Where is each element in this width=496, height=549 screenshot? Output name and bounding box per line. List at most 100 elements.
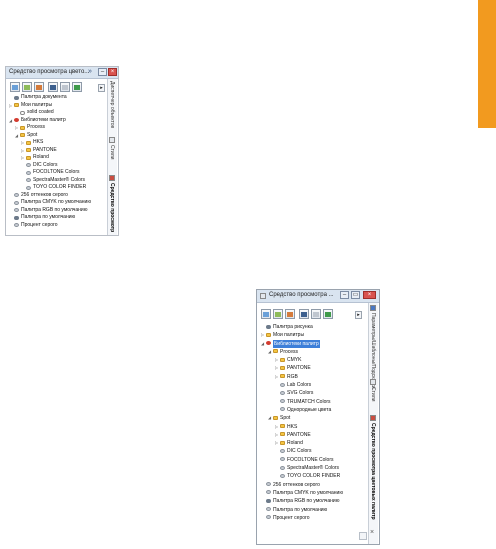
tree-item[interactable]: Палитра документа — [8, 94, 104, 102]
tree-item[interactable]: ▷ HKS — [260, 423, 364, 431]
tab-hints[interactable]: Параметры/Шаблоны/Подсказки — [370, 313, 376, 389]
collapsed-arrow-icon[interactable]: ▷ — [274, 364, 279, 372]
docker-titlebar[interactable]: Средство просмотра ... – ▭ × — [257, 290, 379, 303]
expanded-arrow-icon[interactable]: ◢ — [267, 348, 272, 356]
tree-item[interactable]: ▷ Мои палитры — [8, 102, 104, 110]
tree-item-label: FOCOLTONE Colors — [33, 169, 80, 175]
tab-palette-viewer[interactable]: Средство просмотр — [109, 183, 115, 232]
tree-item[interactable]: TOYO COLOR FINDER — [260, 472, 364, 480]
expanded-arrow-icon[interactable]: ◢ — [14, 132, 19, 140]
tree-item[interactable]: ◢ Process — [260, 348, 364, 356]
new-from-selection-button[interactable] — [273, 309, 283, 319]
collapsed-arrow-icon[interactable]: ▷ — [274, 431, 279, 439]
show-palette-button[interactable] — [72, 82, 82, 92]
tree-item[interactable]: Палитра CMYK по умолчанию — [260, 489, 364, 497]
tree-item[interactable]: Палитра RGB по умолчанию — [8, 207, 104, 215]
folder-icon — [20, 133, 25, 137]
tree-item[interactable]: ▷ Process — [8, 124, 104, 132]
collapsed-arrow-icon[interactable]: ▷ — [274, 373, 279, 381]
palette-dark-icon — [14, 95, 19, 100]
minimize-button[interactable]: – — [98, 68, 107, 76]
collapsed-arrow-icon[interactable]: ▷ — [274, 356, 279, 364]
new-from-selection-button[interactable] — [22, 82, 32, 92]
tree-item[interactable]: SVG Colors — [260, 389, 364, 397]
tree-item[interactable]: SpectraMaster® Colors — [8, 177, 104, 185]
tree-item[interactable]: Палитра RGB по умолчанию — [260, 497, 364, 505]
tree-item[interactable]: ▷ PANTONE — [260, 431, 364, 439]
close-button[interactable]: × — [363, 291, 376, 299]
new-palette-button[interactable] — [10, 82, 20, 92]
tree-item[interactable]: ▷ RGB — [260, 373, 364, 381]
expand-arrow-button[interactable]: ▸ — [355, 311, 362, 319]
tree-item[interactable]: 256 оттенков серого — [8, 192, 104, 200]
collapsed-arrow-icon[interactable]: ▷ — [260, 331, 265, 339]
expanded-arrow-icon[interactable]: ◢ — [260, 340, 265, 348]
tree-item[interactable]: FOCOLTONE Colors — [8, 169, 104, 177]
open-palette-button[interactable] — [299, 309, 309, 319]
tab-styles[interactable]: Стили — [370, 387, 376, 401]
open-palette-button[interactable] — [48, 82, 58, 92]
tree-item[interactable]: Процент серого — [260, 514, 364, 522]
show-palette-button[interactable] — [323, 309, 333, 319]
restore-button[interactable]: ▭ — [351, 291, 360, 299]
expanded-arrow-icon[interactable]: ◢ — [8, 117, 13, 125]
tree-item[interactable]: ◢ Spot — [260, 414, 364, 422]
tree-item[interactable]: ◢ Библиотеки палитр — [8, 117, 104, 125]
tree-item-label: Палитра рисунка — [273, 324, 313, 330]
close-icon[interactable]: × — [370, 529, 374, 536]
tree-item[interactable]: 256 оттенков серого — [260, 481, 364, 489]
library-icon — [266, 341, 271, 346]
tree-item[interactable]: ▷ CMYK — [260, 356, 364, 364]
palette-dark-icon — [266, 498, 271, 503]
tree-item-label: Библиотеки палитр — [21, 116, 66, 123]
collapsed-arrow-icon[interactable]: ▷ — [20, 154, 25, 162]
tab-palette-viewer[interactable]: Средство просмотра цветовых палитр — [370, 423, 376, 520]
tree-item[interactable]: ▷ PANTONE — [8, 147, 104, 155]
tab-styles[interactable]: Стили — [109, 145, 115, 159]
expand-arrow-button[interactable]: ▸ — [98, 84, 105, 92]
collapsed-arrow-icon[interactable]: ▷ — [8, 102, 13, 110]
collapsed-arrow-icon[interactable]: ▷ — [14, 124, 19, 132]
close-button[interactable]: × — [108, 68, 117, 76]
tree-item[interactable]: Палитра по умолчанию — [260, 506, 364, 514]
collapsed-arrow-icon[interactable]: ▷ — [274, 423, 279, 431]
palette-editor-button[interactable] — [311, 309, 321, 319]
tree-item[interactable]: DIC Colors — [8, 162, 104, 170]
tree-item[interactable]: ◢ Библиотеки палитр — [260, 339, 364, 348]
tree-item[interactable]: ▷ Roland — [260, 439, 364, 447]
tree-item[interactable]: Процент серого — [8, 222, 104, 230]
tab-object-manager[interactable]: Диспетчер объектов — [109, 81, 115, 128]
tree-item[interactable]: Однородные цвета — [260, 406, 364, 414]
docker-titlebar[interactable]: Средство просмотра цвето... » – × — [6, 67, 118, 79]
tree-item[interactable]: DIC Colors — [260, 447, 364, 455]
collapsed-arrow-icon[interactable]: ▷ — [20, 147, 25, 155]
tree-item[interactable]: ▷ Roland — [8, 154, 104, 162]
new-palette-icon — [12, 84, 18, 90]
tree-item[interactable]: Lab Colors — [260, 381, 364, 389]
new-from-document-button[interactable] — [34, 82, 44, 92]
tree-item[interactable]: ▷ Мои палитры — [260, 331, 364, 339]
tree-item[interactable]: ▷ HKS — [8, 139, 104, 147]
chevron-right-icon[interactable]: » — [88, 68, 92, 75]
tree-item[interactable]: Палитра по умолчанию — [8, 214, 104, 222]
tree-item[interactable]: solid coated — [8, 109, 104, 117]
tree-item[interactable]: FOCOLTONE Colors — [260, 456, 364, 464]
new-palette-button[interactable] — [261, 309, 271, 319]
minimize-button[interactable]: – — [340, 291, 349, 299]
collapsed-arrow-icon[interactable]: ▷ — [20, 139, 25, 147]
palette-viewer-tab-icon — [109, 175, 115, 181]
tree-item-label: SpectraMaster® Colors — [33, 176, 86, 183]
tree-item[interactable]: TRUMATCH Colors — [260, 398, 364, 406]
tree-item[interactable]: Палитра рисунка — [260, 323, 364, 331]
expanded-arrow-icon[interactable]: ◢ — [267, 414, 272, 422]
new-from-document-button[interactable] — [285, 309, 295, 319]
disc-icon — [280, 448, 285, 453]
resize-grip-icon[interactable] — [359, 532, 367, 540]
palette-editor-button[interactable] — [60, 82, 70, 92]
tree-item[interactable]: SpectraMaster® Colors — [260, 464, 364, 472]
tree-item[interactable]: Палитра CMYK по умолчанию — [8, 199, 104, 207]
collapsed-arrow-icon[interactable]: ▷ — [274, 439, 279, 447]
tree-item[interactable]: ◢ Spot — [8, 132, 104, 140]
tree-item[interactable]: TOYO COLOR FINDER — [8, 184, 104, 192]
tree-item[interactable]: ▷ PANTONE — [260, 364, 364, 372]
